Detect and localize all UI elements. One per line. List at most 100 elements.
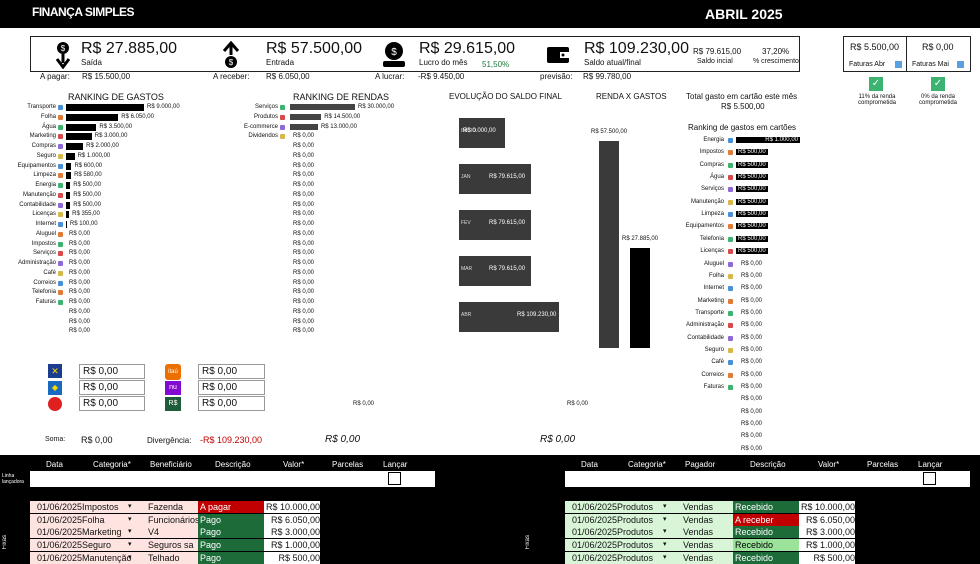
row-beneficiary: Vendas [683,502,714,512]
ranking-rendas-value: R$ 0,00 [293,152,315,159]
row-status[interactable]: Recebido [733,539,799,552]
row-status[interactable]: Recebido [733,551,799,564]
ranking-gastos-chart: Transporte R$ 9.000,00 Folha R$ 6.050,00 Águ… [0,104,200,344]
cartao-value: R$ 0,00 [741,309,763,316]
row-status[interactable]: Pago [198,551,264,564]
row-status[interactable]: Recebido [733,526,799,539]
category-icon [58,261,63,266]
evolucao-bar-value: R$ 79.615,00 [489,220,526,226]
cartao-value: R$ 0,00 [741,334,763,341]
ranking-gastos-label: Marketing [29,133,56,140]
cartao-label: Telefonia [699,235,724,242]
category-icon [58,124,63,130]
bank-generic-icon: R$ [165,397,181,411]
chevron-down-icon: ▾ [128,528,132,536]
bank-input[interactable]: R$ 0,00 [79,396,145,411]
divergencia-label: Divergência: [147,436,192,445]
renda-gastos-title: RENDA X GASTOS [596,92,667,101]
ranking-rendas-label: Dividendos [248,133,278,140]
row-category: Produtos [617,502,654,512]
ranking-rendas-bar [290,104,355,110]
cartao-value: R$ 0,00 [741,322,763,329]
cartao-value: R$ 500,00 [736,223,768,230]
table-header: Pagador [685,460,716,469]
ranking-rendas-value: R$ 0,00 [293,230,315,237]
category-icon [58,231,63,237]
bank-nubank-icon: nu [165,381,181,395]
row-value: R$ 1.000,00 [264,539,320,552]
category-icon [728,286,733,292]
category-icon [728,199,733,205]
ranking-rendas-value: R$ 0,00 [293,328,315,335]
category-icon [728,347,733,353]
evolucao-bar-label: JAN [461,174,471,180]
category-icon [728,310,733,316]
row-status[interactable]: A pagar [198,501,264,513]
row-date: 01/06/2025 [37,552,83,563]
ranking-gastos-label: Equipamentos [17,162,56,169]
bank-input[interactable]: R$ 0,00 [198,364,265,379]
bank-input[interactable]: R$ 0,00 [198,396,265,411]
ranking-gastos-value: R$ 355,00 [72,211,100,218]
entry-input-row[interactable] [565,471,970,487]
row-status[interactable]: Pago [198,526,264,539]
cartao-total-value: R$ 5.500,00 [721,102,765,111]
ranking-gastos-bar [66,182,71,189]
cartao-value: R$ 500,00 [736,174,768,181]
row-value: R$ 500,00 [264,551,320,564]
row-beneficiary: Fazenda [148,502,184,512]
ranking-rendas-value: R$ 0,00 [293,201,315,208]
bank-input[interactable]: R$ 0,00 [79,364,145,379]
ranking-rendas-chart: Serviços R$ 30.000,00 Produtos R$ 14.500,00… [220,104,450,344]
cartao-ranking-title: Ranking de gastos em cartões [688,123,797,132]
ranking-rendas-value: R$ 0,00 [293,133,315,140]
ranking-gastos-value: R$ 0,00 [69,250,91,257]
cartao-value: R$ 0,00 [741,371,763,378]
ranking-rendas-bar [290,123,318,130]
previsao-value: R$ 99.780,00 [583,72,632,81]
table-header: Valor* [818,460,840,469]
cartao-value: R$ 0,00 [741,346,763,353]
bank-input[interactable]: R$ 0,00 [79,380,145,395]
ranking-gastos-value: R$ 6.050,00 [121,113,154,120]
ranking-rendas-value: R$ 30.000,00 [358,104,395,110]
ranking-rendas-value: R$ 0,00 [293,221,315,227]
cartao-value: R$ 0,00 [741,396,763,403]
category-icon [728,175,733,181]
ranking-gastos-bar [66,191,71,199]
lancar-checkbox[interactable] [388,472,401,485]
arrow-down-icon [895,61,902,68]
row-status[interactable]: A receber [733,513,799,526]
lancar-checkbox[interactable] [923,472,936,485]
entrada-value: R$ 57.500,00 [266,40,363,57]
check-icon: ✓ [869,77,883,91]
row-beneficiary: V4 [148,527,160,538]
row-status[interactable]: Recebido [733,501,799,513]
row-status[interactable]: Pago [198,539,264,552]
ranking-gastos-bar [66,162,72,170]
ranking-rendas-label: Produtos [253,113,278,120]
row-value: R$ 3.000,00 [264,526,320,539]
row-date: 01/06/2025 [572,540,618,551]
evolucao-bar-label: FEV [461,220,471,226]
row-status[interactable]: Pago [198,513,264,526]
row-value: R$ 3.000,00 [799,526,855,539]
ranking-gastos-label: Telefonia [31,289,56,296]
row-date: 01/06/2025 [37,527,83,538]
category-icon [728,212,733,218]
evolucao-chart: INÍCIO R$ 0.000,00 JAN R$ 79.615,00 FEV R$ 79… [455,110,580,340]
category-icon [58,241,63,247]
app-logo: FINANÇA SIMPLES [32,5,135,19]
chevron-down-icon: ▾ [128,541,132,549]
category-icon [280,134,285,140]
category-icon [728,187,733,193]
category-icon [728,372,733,378]
table-header: Valor* [283,460,305,469]
evolucao-title: EVOLUÇÃO DO SALDO FINAL [449,92,562,101]
entry-input-row[interactable] [30,471,435,487]
ranking-rendas-value: R$ 0,00 [293,269,315,276]
row-category: Produtos [617,552,654,563]
bank-input[interactable]: R$ 0,00 [198,380,265,395]
row-value: R$ 1.000,00 [799,539,855,552]
ranking-gastos-label: Internet [35,221,56,227]
